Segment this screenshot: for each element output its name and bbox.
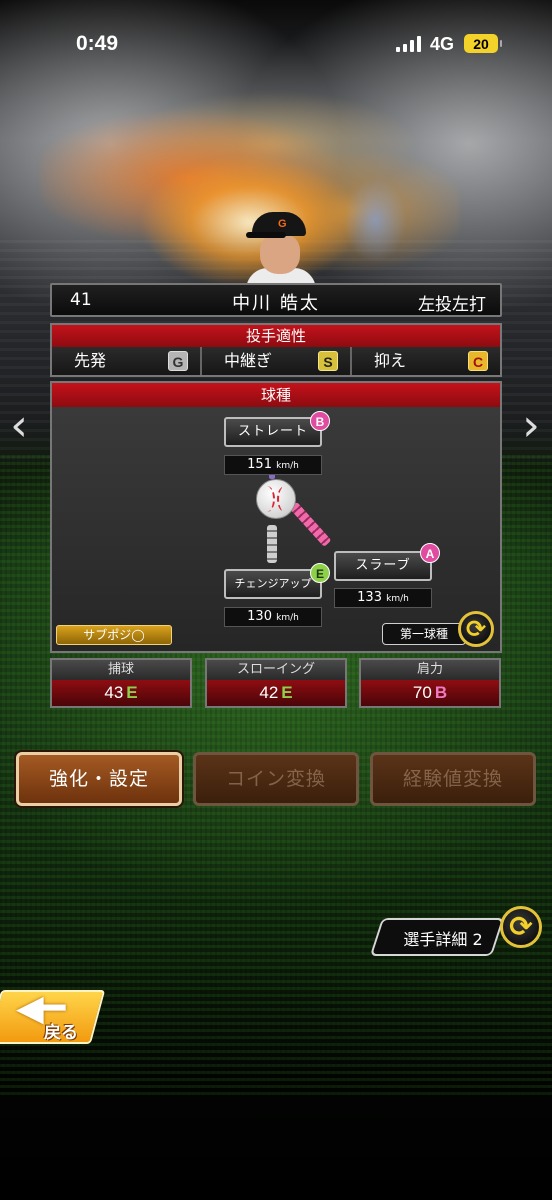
swap-icon[interactable]: ⟳: [458, 611, 494, 647]
pitch-speed-unit: km/h: [276, 613, 299, 623]
player-detail-2-label: 選手詳細 2: [403, 930, 483, 949]
pitch-name: チェンジアップ: [234, 577, 312, 590]
pitch-direction-slurve: [289, 501, 332, 547]
pitch-speed-unit: km/h: [386, 594, 409, 604]
player-handedness: 左投左打: [418, 295, 486, 315]
swap-icon[interactable]: ⟳: [500, 906, 542, 948]
coin-exchange-button[interactable]: コイン変換: [193, 752, 359, 806]
stat-arm-strength: 肩力 70 B: [359, 658, 501, 708]
pitch-grade-badge: E: [310, 563, 330, 583]
pitch-speed-unit: km/h: [276, 461, 299, 471]
pitch-grade-badge: A: [420, 543, 440, 563]
stat-value: 43: [104, 683, 124, 702]
stat-fielding: 捕球 43 E: [50, 658, 192, 708]
pitch-straight[interactable]: ストレート: [224, 417, 322, 447]
stat-label: スローイング: [207, 660, 345, 680]
aptitude-label: 抑え: [374, 351, 407, 370]
pitch-direction-down: [267, 525, 277, 563]
pitch-name: スラーブ: [355, 558, 411, 573]
stat-grade: B: [434, 683, 448, 702]
grade-badge: C: [468, 351, 488, 371]
sub-position-badge: サブポジ◯: [56, 625, 172, 645]
chevron-right-icon[interactable]: ›: [518, 404, 544, 448]
grade-badge: G: [168, 351, 188, 371]
aptitude-row: 先発 G 中継ぎ S 抑え C: [52, 347, 500, 375]
player-face: [260, 234, 300, 274]
player-name-bar: 41 中川 皓太 左投左打: [50, 283, 502, 317]
pitch-speed: 151 km/h: [224, 455, 322, 475]
first-pitch-button[interactable]: 第一球種: [382, 623, 466, 645]
stat-value-row: 70 B: [361, 680, 499, 706]
pitch-types-header: 球種: [52, 383, 500, 407]
aptitude-label: 中継ぎ: [224, 351, 273, 370]
player-cap-bill: [246, 232, 286, 238]
aptitude-middle-relief: 中継ぎ S: [202, 347, 352, 375]
aptitude-starter: 先発 G: [52, 347, 202, 375]
pitch-changeup[interactable]: チェンジアップ: [224, 569, 322, 599]
pitch-name: ストレート: [237, 424, 308, 439]
stat-label: 肩力: [361, 660, 499, 680]
stat-value: 42: [259, 683, 279, 702]
pitch-speed-value: 130: [247, 609, 272, 624]
network-type: 4G: [430, 34, 455, 54]
enhance-settings-button[interactable]: 強化・設定: [16, 752, 182, 806]
team-logo-icon: G: [278, 218, 287, 230]
baseball-icon: [256, 479, 296, 519]
pitch-speed-value: 133: [357, 590, 382, 605]
player-portrait: G: [246, 210, 316, 290]
status-time: 0:49: [76, 32, 119, 55]
battery-icon: 20: [464, 34, 502, 53]
stat-throwing: スローイング 42 E: [205, 658, 347, 708]
pitch-types-panel: 球種 ストレート B 151 km/h スラーブ A 133 km/h チェンジ…: [50, 381, 502, 653]
pitcher-aptitude-panel: 投手適性 先発 G 中継ぎ S 抑え C: [50, 323, 502, 377]
aptitude-label: 先発: [74, 351, 107, 370]
pitch-slurve[interactable]: スラーブ: [334, 551, 432, 581]
exp-exchange-button[interactable]: 経験値変換: [370, 752, 536, 806]
stat-grade: E: [126, 683, 138, 702]
stat-value: 70: [412, 683, 432, 702]
stat-value-row: 43 E: [52, 680, 190, 706]
fire-effect-blue: [330, 160, 420, 280]
pitch-speed: 133 km/h: [334, 588, 432, 608]
aptitude-closer: 抑え C: [352, 347, 500, 375]
pitch-grade-badge: B: [310, 411, 330, 431]
status-bar: 0:49 4G 20: [0, 0, 552, 90]
pitch-speed-value: 151: [247, 457, 272, 472]
back-label: 戻る: [44, 1023, 78, 1043]
stat-grade: E: [281, 683, 293, 702]
signal-icon: [396, 36, 421, 52]
battery-level: 20: [473, 35, 489, 52]
chevron-left-icon[interactable]: ‹: [6, 404, 32, 448]
pitch-speed: 130 km/h: [224, 607, 322, 627]
stat-value-row: 42 E: [207, 680, 345, 706]
grade-badge: S: [318, 351, 338, 371]
aptitude-header: 投手適性: [52, 325, 500, 347]
stat-label: 捕球: [52, 660, 190, 680]
